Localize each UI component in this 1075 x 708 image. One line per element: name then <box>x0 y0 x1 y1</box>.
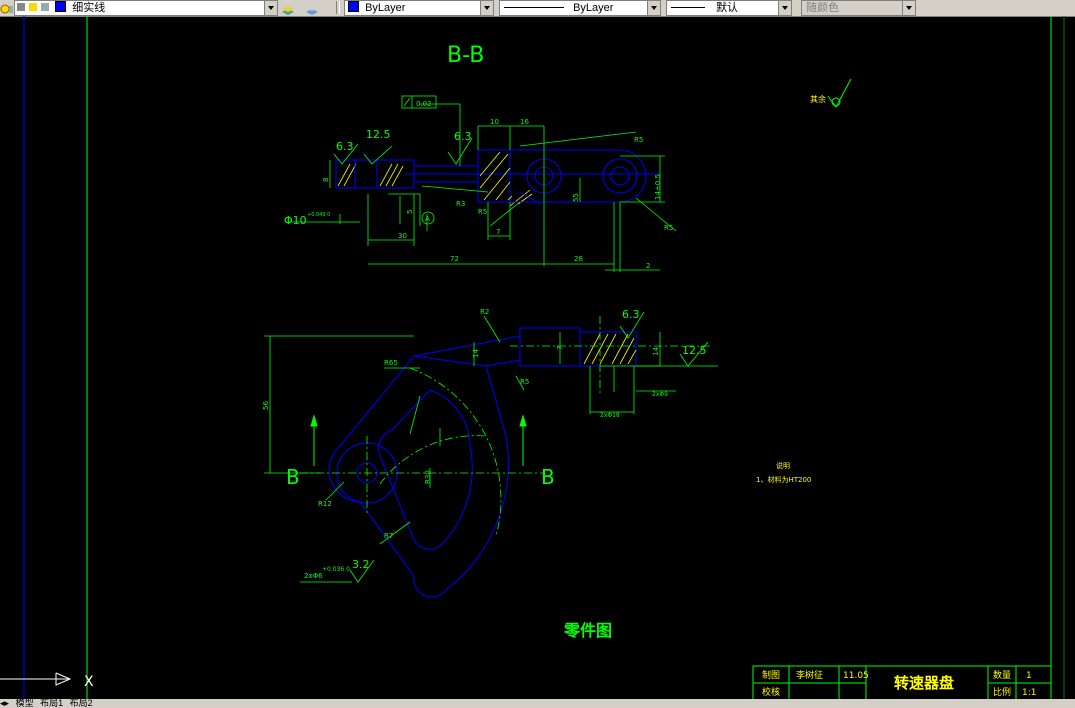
dim-2: 2 <box>646 262 650 270</box>
roughness-6-3-a: 6.3 <box>336 140 354 153</box>
tb-part-name: 转速器盘 <box>894 674 954 692</box>
properties-toolbar: 细实线 ByLayer ByLayer 默认 随颜色 <box>0 0 1075 17</box>
dim-7-front: 7 <box>556 346 564 350</box>
color-swatch <box>348 1 359 12</box>
layer-state-icon[interactable] <box>0 1 14 14</box>
lineweight-value: 默认 <box>716 2 739 14</box>
roughness-6-3-b: 6.3 <box>454 130 472 143</box>
dim-55: 55 <box>572 193 580 202</box>
roughness-12-5-a: 12.5 <box>366 128 391 141</box>
ucs-x-label: X <box>84 674 94 690</box>
dim-14: 14 <box>472 349 480 358</box>
part-title: 零件图 <box>563 621 612 640</box>
dim-R2: R2 <box>480 308 489 316</box>
make-current-layer-icon[interactable] <box>281 1 295 15</box>
color-dropdown[interactable]: ByLayer <box>344 0 494 16</box>
roughness-6-3-c: 6.3 <box>622 308 640 321</box>
dim-16: 16 <box>520 118 529 126</box>
lineweight-sample <box>671 7 705 8</box>
tb-scale-label: 比例 <box>993 686 1011 698</box>
section-label: B-B <box>447 43 484 68</box>
chevron-down-icon[interactable] <box>480 1 493 15</box>
roughness-12-5-b: 12.5 <box>682 344 707 357</box>
notes-line-1: 1、材料为HT200 <box>756 475 811 484</box>
dim-tol: +0.049 0 <box>307 212 330 218</box>
roughness-3-2: 3.2 <box>352 558 370 571</box>
plotstyle-value: 随颜色 <box>806 2 839 14</box>
layer-name: 细实线 <box>72 2 106 14</box>
linetype-sample <box>504 7 564 8</box>
dim-14-right: 14 <box>652 347 660 356</box>
tb-qty: 1 <box>1026 671 1032 681</box>
layer-previous-icon[interactable] <box>305 1 319 15</box>
dim-R5-a: R5 <box>634 136 643 144</box>
dim-7: 7 <box>496 228 500 236</box>
tb-qty-label: 数量 <box>993 669 1011 681</box>
dim-14-05: 14±0.5 <box>654 174 662 200</box>
chevron-down-icon <box>902 1 915 15</box>
dim-2x9: 2xΦ9 <box>652 391 668 398</box>
tab-nav-arrows[interactable]: ◂▸ <box>0 699 9 708</box>
dim-R3: R3 <box>456 200 465 208</box>
notes-title: 说明 <box>776 461 790 470</box>
ucs-icon <box>0 672 72 686</box>
linetype-value: ByLayer <box>573 2 614 14</box>
layout-tabs-bar: ◂▸ 模型 布局1 布局2 <box>0 699 1075 708</box>
section-mark-left: B <box>286 465 300 489</box>
datum-label: A <box>425 215 430 223</box>
dim-R12: R12 <box>318 500 332 508</box>
front-dimensions <box>264 315 718 583</box>
layer-dropdown[interactable]: 细实线 <box>14 0 278 16</box>
chevron-down-icon[interactable] <box>647 1 660 15</box>
tb-check-label: 校核 <box>762 686 780 698</box>
dim-phi10: Φ10 <box>284 214 307 227</box>
dim-56: 56 <box>262 401 270 410</box>
linetype-dropdown[interactable]: ByLayer <box>499 0 661 16</box>
tab-layout-2[interactable]: 布局2 <box>70 699 93 708</box>
tab-model[interactable]: 模型 <box>16 699 34 708</box>
dim-hole-tol: +0.036 0 <box>322 566 350 573</box>
dim-hole: 2xΦ6 <box>304 572 323 580</box>
dim-R5-b: R5 <box>664 224 673 232</box>
dim-30: 30 <box>398 232 407 240</box>
section-mark-right: B <box>541 465 555 489</box>
chevron-down-icon[interactable] <box>778 1 791 15</box>
dim-R5-front: R5 <box>520 378 529 386</box>
dim-R5-c: R5 <box>478 208 487 216</box>
tb-drawer: 李树征 <box>796 669 823 681</box>
dim-72: 72 <box>450 255 459 263</box>
tolerance-frame-value: 0.02 <box>416 100 432 108</box>
tab-layout-1[interactable]: 布局1 <box>40 699 63 708</box>
dim-8: 8 <box>322 178 330 182</box>
front-view-hatch <box>583 333 637 365</box>
section-cut-marks <box>310 414 527 466</box>
svg-text:其余: 其余 <box>810 94 826 104</box>
dim-28: 28 <box>574 255 583 263</box>
tb-date: 11.05 <box>843 671 869 681</box>
layer-color-swatch <box>55 1 67 12</box>
chevron-down-icon[interactable] <box>264 1 277 15</box>
dim-10: 10 <box>490 118 499 126</box>
toolbar-separator <box>336 1 340 14</box>
dim-R30: R30 <box>424 470 432 484</box>
drawing-frame <box>23 16 1065 701</box>
dim-R7: R7 <box>384 532 393 540</box>
plotstyle-dropdown: 随颜色 <box>801 0 916 16</box>
dim-5: 5 <box>406 210 414 214</box>
dim-2x18: 2xΦ18 <box>600 412 620 419</box>
tb-drawn-label: 制图 <box>762 669 780 681</box>
section-view <box>335 149 660 207</box>
drawing-canvas[interactable]: B-B 其余 6.3 12.5 6.3 0.02 A 10 16 30 72 2… <box>0 16 1075 701</box>
tb-scale: 1:1 <box>1022 688 1036 698</box>
dim-R65: R65 <box>384 359 398 367</box>
color-value: ByLayer <box>365 2 406 14</box>
rest-roughness-note: 其余 <box>810 78 852 108</box>
lineweight-dropdown[interactable]: 默认 <box>666 0 792 16</box>
